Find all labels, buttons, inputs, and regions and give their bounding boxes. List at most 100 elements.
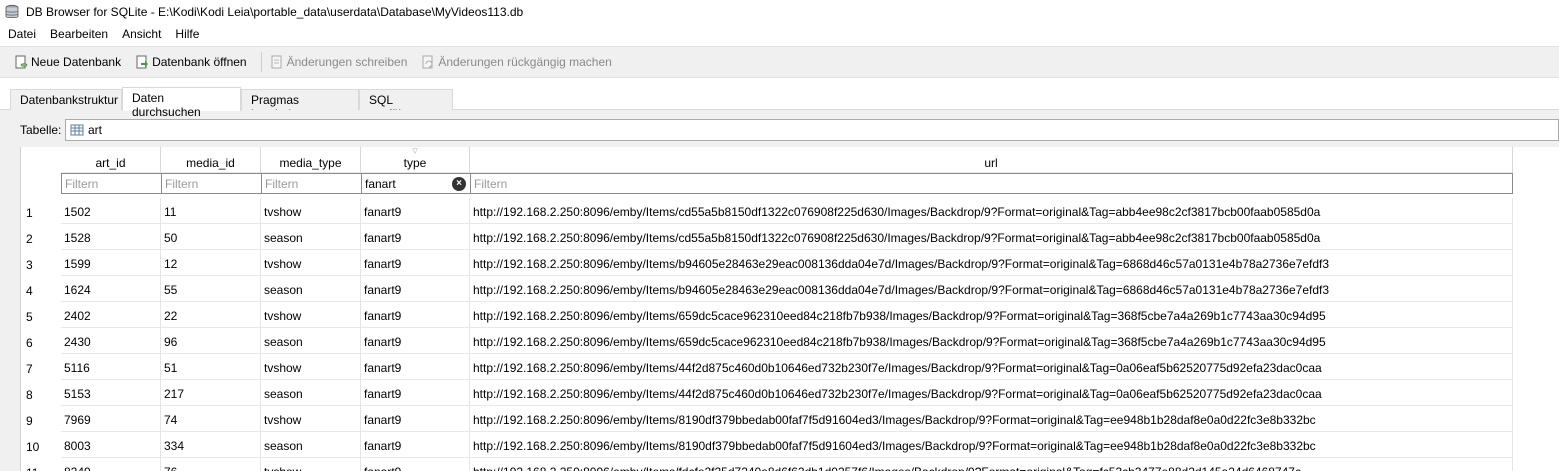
- cell-art-id[interactable]: 1502: [61, 198, 161, 224]
- cell-url[interactable]: http://192.168.2.250:8096/emby/Items/cd5…: [470, 198, 1513, 224]
- cell-media-id[interactable]: 96: [161, 328, 261, 354]
- row-number[interactable]: 2: [21, 224, 61, 250]
- cell-media-id[interactable]: 51: [161, 354, 261, 380]
- cell-art-id[interactable]: 2402: [61, 302, 161, 328]
- cell-type[interactable]: fanart9: [361, 458, 470, 471]
- filter-type-value: fanart: [365, 177, 396, 191]
- write-changes-button[interactable]: Änderungen schreiben: [270, 55, 407, 69]
- cell-type[interactable]: fanart9: [361, 276, 470, 302]
- cell-art-id[interactable]: 5153: [61, 380, 161, 406]
- cell-type[interactable]: fanart9: [361, 328, 470, 354]
- table-selector-value: art: [88, 123, 103, 137]
- browse-data-panel: Tabelle: art art_id media_id media_type …: [0, 110, 1559, 471]
- cell-media-type[interactable]: season: [261, 432, 361, 458]
- menu-ansicht[interactable]: Ansicht: [122, 27, 161, 41]
- cell-media-type[interactable]: tvshow: [261, 250, 361, 276]
- row-number[interactable]: 7: [21, 354, 61, 380]
- menu-datei[interactable]: Datei: [8, 27, 36, 41]
- cell-art-id[interactable]: 8003: [61, 432, 161, 458]
- cell-url[interactable]: http://192.168.2.250:8096/emby/Items/b94…: [470, 276, 1513, 302]
- cell-art-id[interactable]: 1528: [61, 224, 161, 250]
- cell-media-id[interactable]: 76: [161, 458, 261, 471]
- cell-media-type[interactable]: season: [261, 328, 361, 354]
- filter-type[interactable]: fanart ×: [361, 173, 471, 194]
- cell-art-id[interactable]: 1624: [61, 276, 161, 302]
- cell-type[interactable]: fanart9: [361, 380, 470, 406]
- title-bar: DB Browser for SQLite - E:\Kodi\Kodi Lei…: [0, 0, 1559, 24]
- cell-art-id[interactable]: 2430: [61, 328, 161, 354]
- cell-media-id[interactable]: 11: [161, 198, 261, 224]
- cell-media-type[interactable]: tvshow: [261, 354, 361, 380]
- cell-art-id[interactable]: 7969: [61, 406, 161, 432]
- cell-type[interactable]: fanart9: [361, 198, 470, 224]
- clear-filter-icon[interactable]: ×: [452, 177, 466, 191]
- cell-media-type[interactable]: season: [261, 224, 361, 250]
- cell-art-id[interactable]: 5116: [61, 354, 161, 380]
- filter-media-id[interactable]: Filtern: [161, 173, 262, 194]
- tab-edit-pragmas[interactable]: Pragmas bearbeiten: [241, 89, 359, 121]
- cell-media-id[interactable]: 334: [161, 432, 261, 458]
- cell-media-id[interactable]: 12: [161, 250, 261, 276]
- cell-media-type[interactable]: tvshow: [261, 198, 361, 224]
- column-header-media-id[interactable]: media_id: [161, 147, 261, 173]
- cell-url[interactable]: http://192.168.2.250:8096/emby/Items/659…: [470, 328, 1513, 354]
- cell-url[interactable]: http://192.168.2.250:8096/emby/Items/b94…: [470, 250, 1513, 276]
- column-header-art-id[interactable]: art_id: [61, 147, 161, 173]
- cell-media-type[interactable]: season: [261, 380, 361, 406]
- new-database-label: Neue Datenbank: [31, 55, 122, 69]
- cell-type[interactable]: fanart9: [361, 250, 470, 276]
- cell-type[interactable]: fanart9: [361, 354, 470, 380]
- row-number[interactable]: 9: [21, 406, 61, 432]
- tab-database-structure[interactable]: Datenbankstruktur: [10, 89, 122, 110]
- row-number[interactable]: 4: [21, 276, 61, 302]
- column-header-media-type[interactable]: media_type: [261, 147, 361, 173]
- row-number[interactable]: 5: [21, 302, 61, 328]
- cell-media-id[interactable]: 50: [161, 224, 261, 250]
- cell-media-type[interactable]: tvshow: [261, 406, 361, 432]
- revert-changes-button[interactable]: Änderungen rückgängig machen: [421, 55, 612, 69]
- cell-media-id[interactable]: 55: [161, 276, 261, 302]
- cell-media-id[interactable]: 217: [161, 380, 261, 406]
- row-number[interactable]: 11: [21, 458, 61, 471]
- table-selector[interactable]: art: [65, 119, 1559, 141]
- cell-url[interactable]: http://192.168.2.250:8096/emby/Items/819…: [470, 432, 1513, 458]
- menu-hilfe[interactable]: Hilfe: [175, 27, 199, 41]
- window-title: DB Browser for SQLite - E:\Kodi\Kodi Lei…: [26, 5, 524, 19]
- database-app-icon: [5, 4, 19, 19]
- data-grid: art_id media_id media_type ▽ type url Fi…: [20, 147, 1559, 471]
- row-number[interactable]: 1: [21, 198, 61, 224]
- column-header-type[interactable]: ▽ type: [361, 147, 470, 173]
- cell-url[interactable]: http://192.168.2.250:8096/emby/Items/44f…: [470, 380, 1513, 406]
- write-changes-icon: [271, 55, 282, 69]
- cell-art-id[interactable]: 1599: [61, 250, 161, 276]
- cell-url[interactable]: http://192.168.2.250:8096/emby/Items/cd5…: [470, 224, 1513, 250]
- cell-url[interactable]: http://192.168.2.250:8096/emby/Items/659…: [470, 302, 1513, 328]
- toolbar-separator: [260, 52, 262, 72]
- menu-bearbeiten[interactable]: Bearbeiten: [50, 27, 108, 41]
- tab-browse-data[interactable]: Daten durchsuchen: [122, 87, 241, 119]
- row-number[interactable]: 3: [21, 250, 61, 276]
- cell-art-id[interactable]: 8249: [61, 458, 161, 471]
- cell-type[interactable]: fanart9: [361, 432, 470, 458]
- cell-media-id[interactable]: 74: [161, 406, 261, 432]
- cell-media-type[interactable]: tvshow: [261, 458, 361, 471]
- tab-execute-sql[interactable]: SQL ausführen: [359, 89, 453, 121]
- cell-url[interactable]: http://192.168.2.250:8096/emby/Items/44f…: [470, 354, 1513, 380]
- cell-media-id[interactable]: 22: [161, 302, 261, 328]
- row-number[interactable]: 6: [21, 328, 61, 354]
- filter-media-type[interactable]: Filtern: [261, 173, 362, 194]
- new-database-button[interactable]: Neue Datenbank: [14, 55, 121, 69]
- column-header-url[interactable]: url: [470, 147, 1513, 173]
- row-number[interactable]: 8: [21, 380, 61, 406]
- cell-type[interactable]: fanart9: [361, 224, 470, 250]
- row-number[interactable]: 10: [21, 432, 61, 458]
- filter-art-id[interactable]: Filtern: [61, 173, 162, 194]
- cell-media-type[interactable]: tvshow: [261, 302, 361, 328]
- cell-media-type[interactable]: season: [261, 276, 361, 302]
- cell-type[interactable]: fanart9: [361, 406, 470, 432]
- filter-url[interactable]: Filtern: [470, 173, 1513, 194]
- cell-url[interactable]: http://192.168.2.250:8096/emby/Items/819…: [470, 406, 1513, 432]
- cell-url[interactable]: http://192.168.2.250:8096/emby/Items/fdc…: [470, 458, 1513, 471]
- open-database-button[interactable]: Datenbank öffnen: [135, 55, 247, 69]
- cell-type[interactable]: fanart9: [361, 302, 470, 328]
